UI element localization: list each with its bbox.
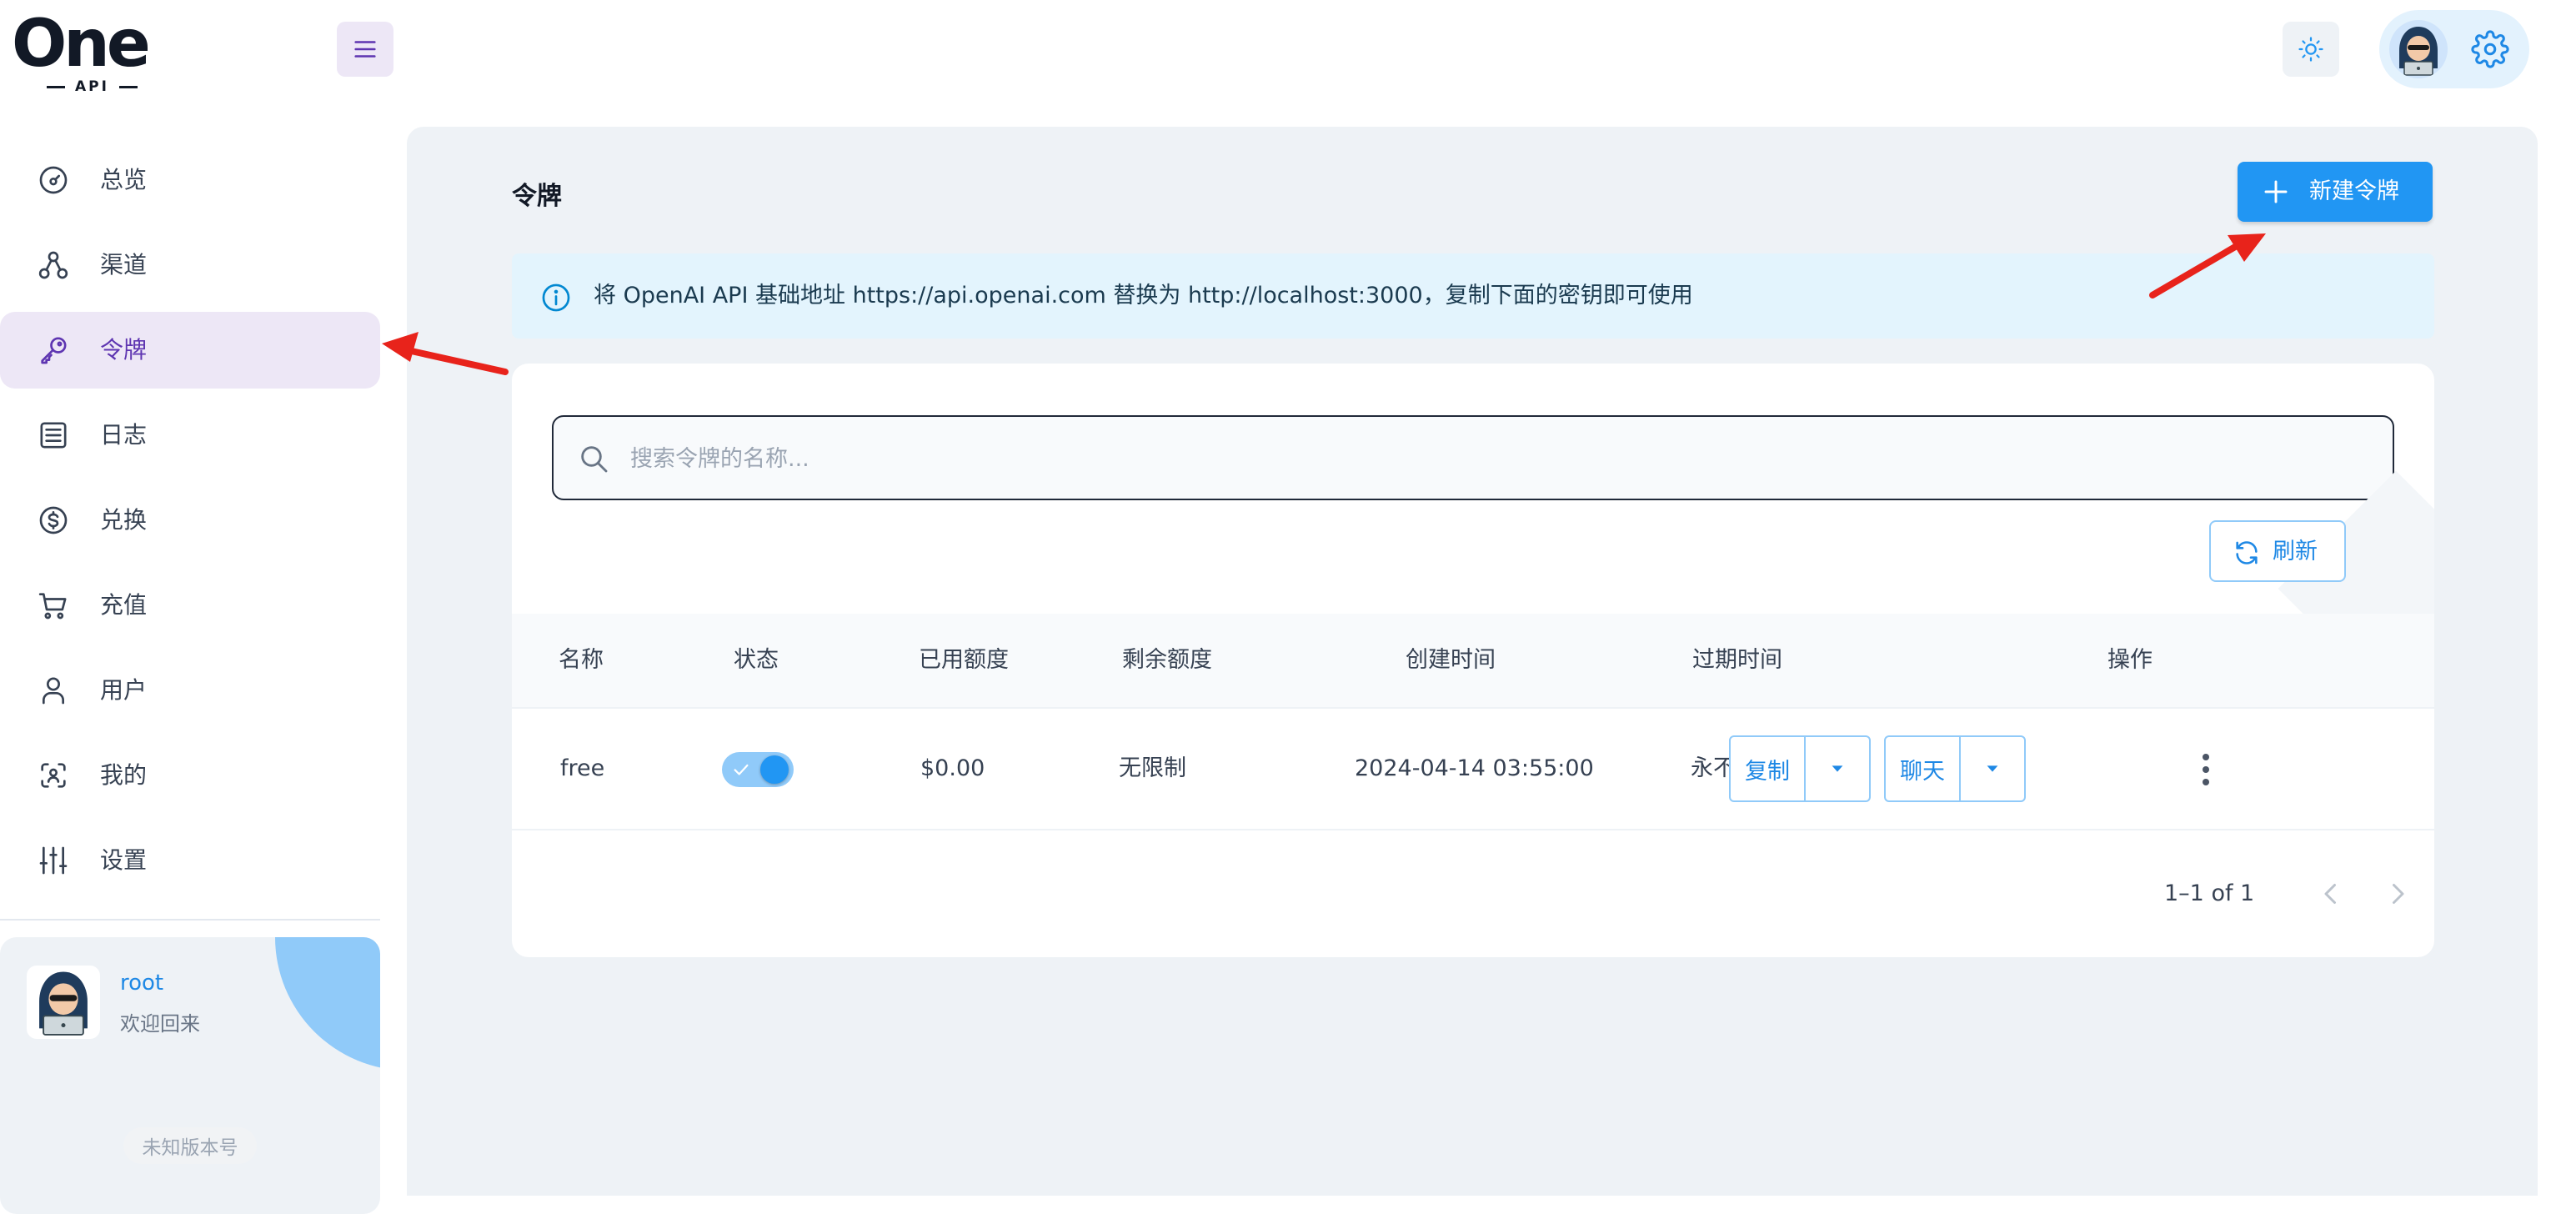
sidebar-item-label: 渠道: [100, 251, 148, 278]
sidebar-item-profile[interactable]: 我的: [0, 737, 380, 814]
info-icon: [542, 283, 570, 312]
sidebar: 总览 渠道 令牌 日志 兑换 充值 用户 我的 设置 root 欢迎回来 未知版…: [0, 125, 383, 1214]
user-name: root: [120, 971, 164, 996]
next-page-icon[interactable]: [2383, 879, 2413, 909]
gear-icon: [2471, 30, 2509, 68]
user-avatar: [27, 966, 100, 1039]
app-header: One API: [0, 0, 2576, 125]
search-icon: [581, 446, 608, 473]
table-row: free $0.00 无限制 2024-04-14 03:55:00 永不过期 …: [512, 709, 2434, 830]
key-icon: [41, 337, 67, 364]
user-icon: [43, 677, 64, 705]
version-badge: 未知版本号: [123, 1127, 257, 1164]
sidebar-item-tokens[interactable]: 令牌: [0, 312, 380, 389]
chat-button[interactable]: 聊天: [1886, 737, 1961, 800]
new-token-label: 新建令牌: [2309, 178, 2399, 204]
new-token-button[interactable]: 新建令牌: [2238, 162, 2433, 222]
pagination-info: 1–1 of 1: [2164, 880, 2255, 906]
sidebar-item-label: 用户: [100, 676, 148, 704]
column-header-actions: 操作: [2107, 647, 2153, 673]
column-header-name: 名称: [559, 647, 604, 673]
more-vertical-icon: [2203, 754, 2209, 785]
sidebar-item-channels[interactable]: 渠道: [0, 227, 380, 304]
sidebar-item-label: 充值: [100, 591, 148, 619]
info-alert-text: 将 OpenAI API 基础地址 https://api.openai.com…: [594, 283, 1693, 309]
page-title: 令牌: [512, 182, 562, 211]
user-card-decoration: [275, 937, 380, 1071]
caret-down-icon: [1832, 765, 1843, 772]
sidebar-divider: [0, 919, 380, 921]
theme-toggle-button[interactable]: [2283, 22, 2339, 77]
user-card: root 欢迎回来: [0, 937, 380, 1214]
annotation-arrow-right: [2149, 233, 2266, 298]
profile-menu-button[interactable]: [2379, 10, 2529, 88]
column-header-expires: 过期时间: [1692, 647, 1782, 673]
copy-dropdown-button[interactable]: [1806, 737, 1869, 800]
sidebar-item-topup[interactable]: 充值: [0, 567, 380, 644]
remaining-quota: 无限制: [1119, 755, 1186, 781]
more-actions-button[interactable]: [2189, 750, 2223, 789]
refresh-button[interactable]: 刷新: [2209, 520, 2346, 582]
tokens-card: 刷新 名称 状态 已用额度 剩余额度 创建时间 过期时间 操作 free $0.…: [512, 364, 2434, 957]
annotation-arrow-left: [382, 332, 509, 375]
user-greeting: 欢迎回来: [120, 1012, 200, 1036]
sidebar-item-users[interactable]: 用户: [0, 652, 380, 729]
copy-button[interactable]: 复制: [1731, 737, 1806, 800]
table-header: 名称 状态 已用额度 剩余额度 创建时间 过期时间 操作: [512, 614, 2434, 709]
logo-subtitle: API: [37, 78, 148, 95]
search-field[interactable]: [552, 415, 2394, 500]
log-icon: [40, 422, 67, 449]
sliders-icon: [39, 846, 68, 875]
column-header-created: 创建时间: [1406, 647, 1496, 673]
caret-down-icon: [1987, 765, 1998, 772]
logo-text: One: [12, 7, 151, 82]
sidebar-item-label: 总览: [100, 166, 148, 193]
column-header-used: 已用额度: [919, 647, 1009, 673]
sidebar-item-label: 我的: [100, 761, 148, 789]
sidebar-item-label: 日志: [100, 421, 148, 449]
menu-toggle-button[interactable]: [337, 22, 393, 77]
sidebar-item-dashboard[interactable]: 总览: [0, 142, 380, 218]
dollar-icon: [39, 506, 68, 534]
toggle-knob: [760, 755, 789, 784]
sun-icon: [2298, 37, 2323, 62]
column-header-remaining: 剩余额度: [1122, 647, 1212, 673]
sidebar-item-logs[interactable]: 日志: [0, 397, 380, 474]
hamburger-icon: [354, 41, 376, 58]
copy-split-button: 复制: [1729, 735, 1871, 802]
token-name: free: [560, 755, 605, 781]
sidebar-item-settings[interactable]: 设置: [0, 822, 380, 899]
chat-split-button: 聊天: [1884, 735, 2026, 802]
sidebar-item-label: 设置: [100, 846, 148, 874]
used-quota: $0.00: [920, 755, 985, 781]
refresh-label: 刷新: [2273, 539, 2318, 564]
avatar: [2389, 20, 2448, 78]
sidebar-item-label: 兑换: [100, 506, 148, 534]
channels-icon: [38, 251, 68, 279]
refresh-icon: [2236, 541, 2258, 564]
created-time: 2024-04-14 03:55:00: [1355, 755, 1594, 781]
dashboard-icon: [39, 166, 68, 194]
search-input[interactable]: [630, 437, 2214, 480]
status-toggle[interactable]: [722, 752, 794, 787]
cart-icon: [38, 593, 67, 620]
profile-scan-icon: [41, 763, 66, 788]
previous-page-icon[interactable]: [2316, 879, 2346, 909]
sidebar-item-redeem[interactable]: 兑换: [0, 482, 380, 559]
check-icon: [734, 764, 749, 775]
logo[interactable]: One API: [12, 7, 153, 95]
column-header-status: 状态: [734, 647, 779, 673]
chat-dropdown-button[interactable]: [1961, 737, 2024, 800]
plus-icon: [2264, 180, 2288, 203]
sidebar-item-label: 令牌: [100, 336, 148, 364]
